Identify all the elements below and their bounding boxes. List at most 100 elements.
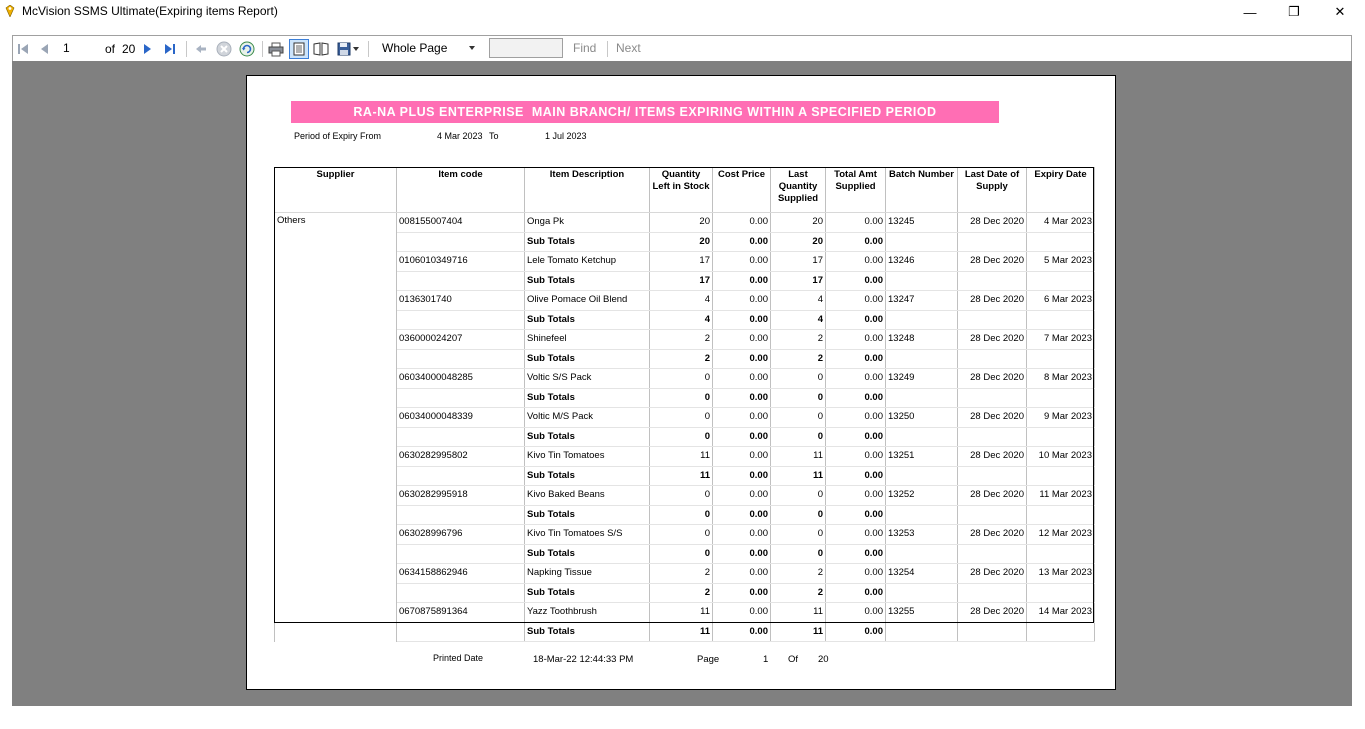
- subtotal-last-quantity: 20: [770, 232, 826, 252]
- subtotal-cost: 0.00: [712, 232, 771, 252]
- last-page-icon: [165, 44, 175, 54]
- maximize-button[interactable]: ❐: [1271, 0, 1317, 24]
- save-disk-icon: [337, 42, 351, 56]
- subtotal-code-cell: [396, 349, 525, 369]
- item-code-cell: 0670875891364: [396, 602, 525, 623]
- page-setup-button[interactable]: [312, 40, 330, 58]
- zoom-select[interactable]: Whole Page: [378, 39, 482, 58]
- item-description-cell: Napking Tissue: [524, 563, 650, 584]
- table-row: 06034000048339 Voltic M/S Pack 0 0.00 0 0.00 1…: [275, 407, 1095, 428]
- subtotal-label: Sub Totals: [524, 232, 650, 252]
- subtotal-row: Sub Totals 0 0.00 0 0.00: [275, 427, 1095, 447]
- refresh-button[interactable]: [238, 40, 256, 58]
- subtotal-total-amount: 0.00: [825, 622, 886, 642]
- last-quantity-cell: 0: [770, 407, 826, 428]
- period-to: 1 Jul 2023: [545, 131, 587, 141]
- batch-number-cell: 13247: [885, 290, 958, 311]
- subtotal-code-cell: [396, 583, 525, 603]
- subtotal-row: Sub Totals 0 0.00 0 0.00: [275, 544, 1095, 564]
- zoom-dropdown-icon[interactable]: [469, 46, 475, 50]
- subtotal-last-quantity: 4: [770, 310, 826, 330]
- batch-number-cell: 13255: [885, 602, 958, 623]
- quantity-cell: 20: [649, 212, 713, 233]
- cost-price-cell: 0.00: [712, 290, 771, 311]
- printed-date-label: Printed Date: [433, 653, 484, 663]
- current-page-input[interactable]: 1: [61, 39, 103, 57]
- find-next-button[interactable]: Next: [616, 41, 641, 55]
- subtotal-quantity: 2: [649, 583, 713, 603]
- last-supply-date-cell: 28 Dec 2020: [957, 212, 1027, 233]
- subtotal-row: Sub Totals 2 0.00 2 0.00: [275, 349, 1095, 369]
- title-bar: McVision SSMS Ultimate(Expiring items Re…: [0, 0, 1365, 24]
- total-amount-cell: 0.00: [825, 524, 886, 545]
- subtotal-last-quantity: 11: [770, 466, 826, 486]
- subtotal-last-quantity: 17: [770, 271, 826, 291]
- back-button[interactable]: [193, 40, 209, 58]
- subtotal-code-cell: [396, 232, 525, 252]
- next-page-icon: [144, 44, 151, 54]
- subtotal-batch-cell: [885, 310, 958, 330]
- total-amount-cell: 0.00: [825, 602, 886, 623]
- item-code-cell: 06034000048285: [396, 368, 525, 389]
- quantity-cell: 4: [649, 290, 713, 311]
- subtotal-last-quantity: 0: [770, 388, 826, 408]
- table-row: 0136301740 Olive Pomace Oil Blend 4 0.00 4 0.…: [275, 290, 1095, 311]
- last-quantity-cell: 11: [770, 602, 826, 623]
- find-button[interactable]: Find: [573, 41, 596, 55]
- subtotal-label: Sub Totals: [524, 388, 650, 408]
- expiry-date-cell: 5 Mar 2023: [1026, 251, 1095, 272]
- printer-icon: [268, 42, 284, 56]
- expiry-date-cell: 7 Mar 2023: [1026, 329, 1095, 350]
- subtotal-expiry-cell: [1026, 505, 1095, 525]
- first-page-icon: [18, 44, 28, 54]
- last-page-button[interactable]: [162, 40, 178, 58]
- toolbar-separator: [607, 41, 608, 57]
- subtotal-expiry-cell: [1026, 583, 1095, 603]
- subtotal-date-cell: [957, 310, 1027, 330]
- print-layout-button[interactable]: [289, 39, 309, 59]
- cost-price-cell: 0.00: [712, 212, 771, 233]
- subtotal-quantity: 0: [649, 544, 713, 564]
- minimize-button[interactable]: —: [1227, 0, 1273, 24]
- subtotal-date-cell: [957, 466, 1027, 486]
- first-page-button[interactable]: [16, 40, 30, 58]
- print-button[interactable]: [267, 40, 285, 58]
- subtotal-label: Sub Totals: [524, 544, 650, 564]
- page-setup-icon: [313, 42, 329, 56]
- item-code-cell: 0136301740: [396, 290, 525, 311]
- batch-number-cell: 13245: [885, 212, 958, 233]
- export-button[interactable]: [335, 40, 361, 58]
- subtotal-cost: 0.00: [712, 622, 771, 642]
- subtotal-date-cell: [957, 583, 1027, 603]
- item-description-cell: Kivo Tin Tomatoes: [524, 446, 650, 467]
- back-arrow-icon: [196, 45, 206, 53]
- subtotal-quantity: 17: [649, 271, 713, 291]
- subtotal-label: Sub Totals: [524, 505, 650, 525]
- cost-price-cell: 0.00: [712, 407, 771, 428]
- next-page-button[interactable]: [141, 40, 155, 58]
- table-header-row: Supplier Item code Item Description Quan…: [274, 167, 1095, 213]
- subtotal-cost: 0.00: [712, 427, 771, 447]
- find-input[interactable]: [489, 38, 563, 58]
- item-code-cell: 036000024207: [396, 329, 525, 350]
- subtotal-quantity: 4: [649, 310, 713, 330]
- item-description-cell: Voltic M/S Pack: [524, 407, 650, 428]
- subtotal-date-cell: [957, 349, 1027, 369]
- subtotal-total-amount: 0.00: [825, 466, 886, 486]
- chevron-down-icon: [353, 47, 359, 51]
- subtotal-code-cell: [396, 505, 525, 525]
- close-button[interactable]: ✕: [1317, 0, 1363, 24]
- last-quantity-cell: 0: [770, 485, 826, 506]
- subtotal-row: Sub Totals 20 0.00 20 0.00: [275, 232, 1095, 252]
- total-amount-cell: 0.00: [825, 251, 886, 272]
- subtotal-row: Sub Totals 2 0.00 2 0.00: [275, 583, 1095, 603]
- quantity-cell: 0: [649, 524, 713, 545]
- column-header: Quantity Left in Stock: [649, 167, 713, 213]
- subtotal-expiry-cell: [1026, 427, 1095, 447]
- page-of-label: of: [105, 42, 116, 56]
- previous-page-button[interactable]: [37, 40, 51, 58]
- stop-button[interactable]: [215, 40, 233, 58]
- subtotal-batch-cell: [885, 232, 958, 252]
- item-description-cell: Onga Pk: [524, 212, 650, 233]
- quantity-cell: 0: [649, 368, 713, 389]
